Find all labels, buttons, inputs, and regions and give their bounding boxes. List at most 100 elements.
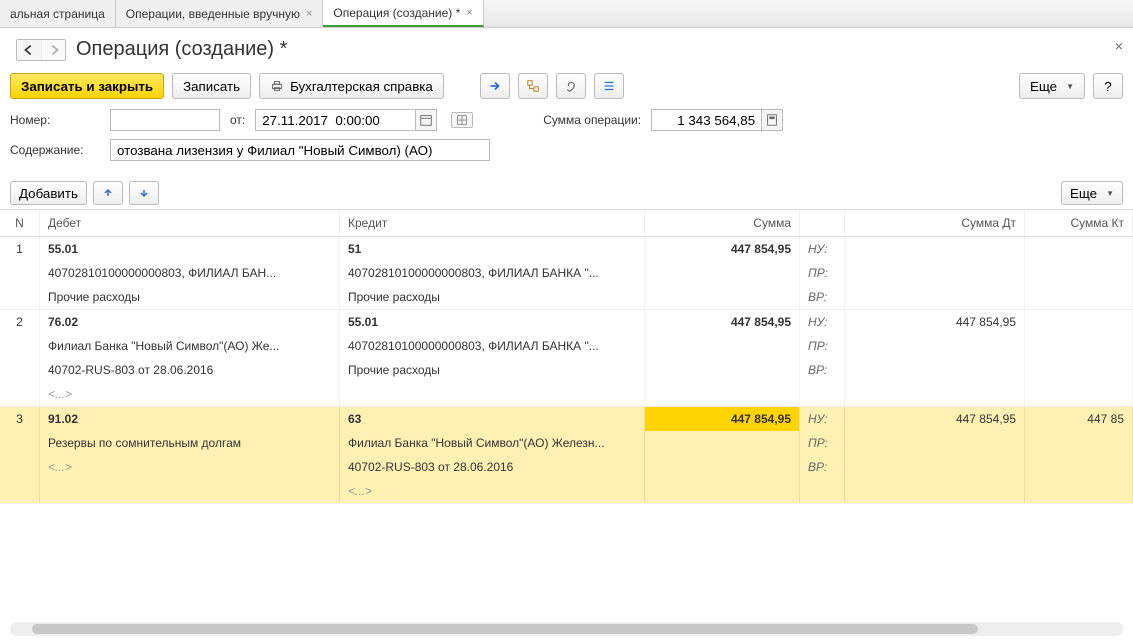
- date-input-group: [255, 109, 437, 131]
- sum-cell[interactable]: 447 854,95: [645, 310, 800, 334]
- sum-dt-cell[interactable]: [845, 285, 1025, 309]
- horizontal-scrollbar[interactable]: [10, 622, 1123, 636]
- calculator-icon: [765, 113, 779, 127]
- table-row[interactable]: 155.0151447 854,95НУ:4070281010000000080…: [0, 237, 1133, 310]
- calculator-button[interactable]: [761, 109, 783, 131]
- debit-cell[interactable]: Прочие расходы: [40, 285, 340, 309]
- move-right-button[interactable]: [480, 73, 510, 99]
- tab-main-page[interactable]: альная страница: [0, 0, 116, 27]
- credit-cell[interactable]: Прочие расходы: [340, 358, 645, 382]
- forward-button[interactable]: [41, 40, 65, 60]
- sum-kt-cell[interactable]: [1025, 358, 1133, 382]
- sum-kt-cell[interactable]: [1025, 479, 1133, 503]
- debit-cell[interactable]: <...>: [40, 455, 340, 479]
- credit-cell[interactable]: 55.01: [340, 310, 645, 334]
- debit-cell[interactable]: 40702810100000000803, ФИЛИАЛ БАН...: [40, 261, 340, 285]
- credit-cell[interactable]: [340, 382, 645, 406]
- save-and-close-button[interactable]: Записать и закрыть: [10, 73, 164, 99]
- sum-cell[interactable]: [645, 382, 800, 406]
- close-icon[interactable]: ×: [306, 8, 312, 20]
- sum-dt-cell[interactable]: [845, 358, 1025, 382]
- sum-cell[interactable]: [645, 479, 800, 503]
- sum-cell[interactable]: [645, 261, 800, 285]
- credit-cell[interactable]: Прочие расходы: [340, 285, 645, 309]
- attachment-button[interactable]: [556, 73, 586, 99]
- scrollbar-thumb[interactable]: [32, 624, 978, 634]
- sum-cell[interactable]: [645, 285, 800, 309]
- debit-cell[interactable]: <...>: [40, 382, 340, 406]
- debit-cell[interactable]: 91.02: [40, 407, 340, 431]
- credit-cell[interactable]: 51: [340, 237, 645, 261]
- tab-label: альная страница: [10, 7, 105, 21]
- sum-kt-cell[interactable]: [1025, 431, 1133, 455]
- col-header-credit[interactable]: Кредит: [340, 210, 645, 236]
- calendar-button[interactable]: [415, 109, 437, 131]
- credit-cell[interactable]: 63: [340, 407, 645, 431]
- sum-dt-cell[interactable]: [845, 455, 1025, 479]
- sum-dt-cell[interactable]: [845, 334, 1025, 358]
- back-button[interactable]: [17, 40, 41, 60]
- debit-cell[interactable]: [40, 479, 340, 503]
- credit-cell[interactable]: 40702810100000000803, ФИЛИАЛ БАНКА "...: [340, 261, 645, 285]
- tab-operation-create[interactable]: Операция (создание) * ×: [323, 0, 483, 27]
- sum-cell[interactable]: [645, 358, 800, 382]
- sum-kt-cell[interactable]: [1025, 334, 1133, 358]
- sum-field[interactable]: [651, 109, 761, 131]
- sum-kt-cell[interactable]: [1025, 237, 1133, 261]
- sum-kt-cell[interactable]: [1025, 261, 1133, 285]
- list-icon: [602, 79, 616, 93]
- sum-cell[interactable]: [645, 455, 800, 479]
- credit-cell[interactable]: 40702-RUS-803 от 28.06.2016: [340, 455, 645, 479]
- debit-cell[interactable]: 55.01: [40, 237, 340, 261]
- col-header-debit[interactable]: Дебет: [40, 210, 340, 236]
- form-extra-button[interactable]: [451, 112, 473, 128]
- list-button[interactable]: [594, 73, 624, 99]
- more-button[interactable]: Еще ▼: [1019, 73, 1085, 99]
- content-field[interactable]: [110, 139, 490, 161]
- credit-cell[interactable]: 40702810100000000803, ФИЛИАЛ БАНКА "...: [340, 334, 645, 358]
- help-button[interactable]: ?: [1093, 73, 1123, 99]
- debit-cell[interactable]: Филиал Банка "Новый Символ"(АО) Же...: [40, 334, 340, 358]
- tab-manual-operations[interactable]: Операции, введенные вручную ×: [116, 0, 324, 27]
- structure-button[interactable]: [518, 73, 548, 99]
- row-number: [0, 285, 40, 309]
- debit-cell[interactable]: 40702-RUS-803 от 28.06.2016: [40, 358, 340, 382]
- table-more-button[interactable]: Еще ▼: [1061, 181, 1123, 205]
- sum-dt-cell[interactable]: [845, 431, 1025, 455]
- sum-cell[interactable]: [645, 431, 800, 455]
- move-up-button[interactable]: [93, 181, 123, 205]
- add-row-button[interactable]: Добавить: [10, 181, 87, 205]
- sum-kt-cell[interactable]: 447 85: [1025, 407, 1133, 431]
- col-header-sum-dt[interactable]: Сумма Дт: [845, 210, 1025, 236]
- sum-dt-cell[interactable]: [845, 261, 1025, 285]
- sum-cell[interactable]: 447 854,95: [645, 237, 800, 261]
- sum-dt-cell[interactable]: [845, 237, 1025, 261]
- close-page-button[interactable]: ×: [1115, 38, 1123, 54]
- sum-kt-cell[interactable]: [1025, 310, 1133, 334]
- sum-kt-cell[interactable]: [1025, 382, 1133, 406]
- sum-dt-cell[interactable]: [845, 479, 1025, 503]
- save-button[interactable]: Записать: [172, 73, 251, 99]
- credit-cell[interactable]: <...>: [340, 479, 645, 503]
- sum-dt-cell[interactable]: 447 854,95: [845, 407, 1025, 431]
- close-icon[interactable]: ×: [466, 7, 472, 19]
- sum-dt-cell[interactable]: [845, 382, 1025, 406]
- sum-cell[interactable]: 447 854,95: [645, 407, 800, 431]
- table-row[interactable]: 391.0263447 854,95НУ:447 854,95447 85Рез…: [0, 407, 1133, 504]
- move-down-button[interactable]: [129, 181, 159, 205]
- debit-cell[interactable]: 76.02: [40, 310, 340, 334]
- col-header-sum-kt[interactable]: Сумма Кт: [1025, 210, 1133, 236]
- col-header-n[interactable]: N: [0, 210, 40, 236]
- number-field[interactable]: [110, 109, 220, 131]
- title-row: Операция (создание) * ×: [0, 28, 1133, 67]
- credit-cell[interactable]: Филиал Банка "Новый Символ"(АО) Железн..…: [340, 431, 645, 455]
- sum-cell[interactable]: [645, 334, 800, 358]
- sum-kt-cell[interactable]: [1025, 455, 1133, 479]
- accounting-reference-button[interactable]: Бухгалтерская справка: [259, 73, 444, 99]
- date-field[interactable]: [255, 109, 415, 131]
- sum-kt-cell[interactable]: [1025, 285, 1133, 309]
- debit-cell[interactable]: Резервы по сомнительным долгам: [40, 431, 340, 455]
- col-header-sum[interactable]: Сумма: [645, 210, 800, 236]
- sum-dt-cell[interactable]: 447 854,95: [845, 310, 1025, 334]
- table-row[interactable]: 276.0255.01447 854,95НУ:447 854,95Филиал…: [0, 310, 1133, 407]
